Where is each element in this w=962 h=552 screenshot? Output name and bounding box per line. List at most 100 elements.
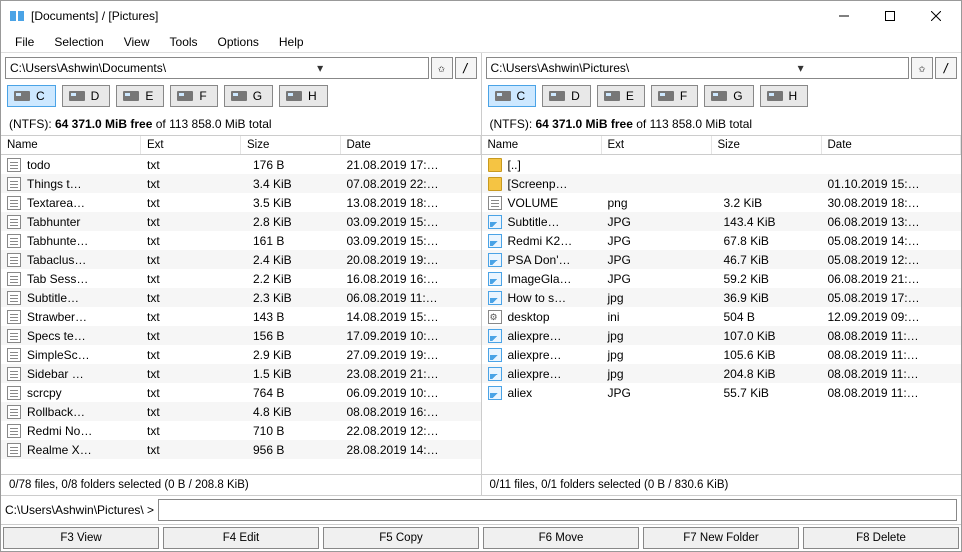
- drive-icon: [549, 91, 565, 101]
- fn-f4-edit[interactable]: F4 Edit: [163, 527, 319, 549]
- col-name[interactable]: Name: [482, 136, 602, 154]
- file-icon: [7, 348, 21, 362]
- right-path-combo[interactable]: C:\Users\Ashwin\Pictures\ ▾: [486, 57, 910, 79]
- left-drive-e[interactable]: E: [116, 85, 164, 107]
- right-column-header[interactable]: Name Ext Size Date: [482, 135, 962, 155]
- fn-f3-view[interactable]: F3 View: [3, 527, 159, 549]
- right-favorites-button[interactable]: ✩: [911, 57, 933, 79]
- fn-f5-copy[interactable]: F5 Copy: [323, 527, 479, 549]
- file-icon: [7, 215, 21, 229]
- file-row[interactable]: aliexpre…jpg107.0 KiB08.08.2019 11:…: [482, 326, 962, 345]
- file-ext: jpg: [602, 348, 712, 362]
- file-date: 01.10.2019 15:…: [822, 177, 962, 191]
- chevron-down-icon[interactable]: ▾: [697, 61, 904, 75]
- file-date: 23.08.2019 21:…: [341, 367, 481, 381]
- file-row[interactable]: Subtitle…txt2.3 KiB06.08.2019 11:…: [1, 288, 481, 307]
- file-row[interactable]: VOLUMEpng3.2 KiB30.08.2019 18:…: [482, 193, 962, 212]
- file-row[interactable]: desktopini504 B12.09.2019 09:…: [482, 307, 962, 326]
- file-row[interactable]: [Screenp…01.10.2019 15:…: [482, 174, 962, 193]
- app-icon: [9, 8, 25, 24]
- command-input[interactable]: [158, 499, 957, 521]
- drive-icon: [604, 91, 620, 101]
- file-row[interactable]: Redmi No…txt710 B22.08.2019 12:…: [1, 421, 481, 440]
- col-ext[interactable]: Ext: [602, 136, 712, 154]
- left-path-combo[interactable]: C:\Users\Ashwin\Documents\ ▾: [5, 57, 429, 79]
- right-freespace: (NTFS): 64 371.0 MiB free of 113 858.0 M…: [482, 113, 962, 135]
- file-row[interactable]: Tabhunte…txt161 B03.09.2019 15:…: [1, 231, 481, 250]
- menu-tools[interactable]: Tools: [162, 33, 206, 51]
- file-ext: txt: [141, 386, 241, 400]
- file-row[interactable]: Tab Sess…txt2.2 KiB16.08.2019 16:…: [1, 269, 481, 288]
- file-date: 06.08.2019 11:…: [341, 291, 481, 305]
- minimize-button[interactable]: [821, 1, 867, 31]
- right-drive-c[interactable]: C: [488, 85, 537, 107]
- right-root-button[interactable]: /: [935, 57, 957, 79]
- left-column-header[interactable]: Name Ext Size Date: [1, 135, 481, 155]
- file-row[interactable]: aliexJPG55.7 KiB08.08.2019 11:…: [482, 383, 962, 402]
- file-row[interactable]: Tabaclus…txt2.4 KiB20.08.2019 19:…: [1, 250, 481, 269]
- file-row[interactable]: Things t…txt3.4 KiB07.08.2019 22:…: [1, 174, 481, 193]
- chevron-down-icon[interactable]: ▾: [217, 61, 424, 75]
- left-drive-f[interactable]: F: [170, 85, 217, 107]
- left-drive-h[interactable]: H: [279, 85, 328, 107]
- file-ext: txt: [141, 158, 241, 172]
- right-drive-d[interactable]: D: [542, 85, 591, 107]
- file-row[interactable]: ImageGla…JPG59.2 KiB06.08.2019 21:…: [482, 269, 962, 288]
- left-pane: C:\Users\Ashwin\Documents\ ▾ ✩ / C D E F…: [1, 53, 482, 495]
- file-row[interactable]: Textarea…txt3.5 KiB13.08.2019 18:…: [1, 193, 481, 212]
- fn-f8-delete[interactable]: F8 Delete: [803, 527, 959, 549]
- file-row[interactable]: todotxt176 B21.08.2019 17:…: [1, 155, 481, 174]
- file-date: 06.08.2019 13:…: [822, 215, 962, 229]
- left-drive-d[interactable]: D: [62, 85, 111, 107]
- file-row[interactable]: Specs te…txt156 B17.09.2019 10:…: [1, 326, 481, 345]
- col-date[interactable]: Date: [341, 136, 481, 154]
- file-row[interactable]: Sidebar …txt1.5 KiB23.08.2019 21:…: [1, 364, 481, 383]
- file-ext: txt: [141, 177, 241, 191]
- file-row[interactable]: Subtitle…JPG143.4 KiB06.08.2019 13:…: [482, 212, 962, 231]
- maximize-button[interactable]: [867, 1, 913, 31]
- close-button[interactable]: [913, 1, 959, 31]
- file-date: 27.09.2019 19:…: [341, 348, 481, 362]
- right-drive-e[interactable]: E: [597, 85, 645, 107]
- file-icon: [7, 158, 21, 172]
- file-row[interactable]: Realme X…txt956 B28.08.2019 14:…: [1, 440, 481, 459]
- file-ext: jpg: [602, 291, 712, 305]
- left-favorites-button[interactable]: ✩: [431, 57, 453, 79]
- col-ext[interactable]: Ext: [141, 136, 241, 154]
- file-row[interactable]: scrcpytxt764 B06.09.2019 10:…: [1, 383, 481, 402]
- file-row[interactable]: [..]: [482, 155, 962, 174]
- col-name[interactable]: Name: [1, 136, 141, 154]
- col-date[interactable]: Date: [822, 136, 962, 154]
- file-row[interactable]: aliexpre…jpg105.6 KiB08.08.2019 11:…: [482, 345, 962, 364]
- file-icon: [488, 177, 502, 191]
- col-size[interactable]: Size: [712, 136, 822, 154]
- right-drive-h[interactable]: H: [760, 85, 809, 107]
- menu-view[interactable]: View: [116, 33, 158, 51]
- menu-selection[interactable]: Selection: [46, 33, 111, 51]
- left-drive-g[interactable]: G: [224, 85, 273, 107]
- menu-options[interactable]: Options: [210, 33, 267, 51]
- right-drive-g[interactable]: G: [704, 85, 753, 107]
- file-name: scrcpy: [27, 386, 62, 400]
- file-size: 2.4 KiB: [241, 253, 341, 267]
- file-row[interactable]: Strawber…txt143 B14.08.2019 15:…: [1, 307, 481, 326]
- menu-help[interactable]: Help: [271, 33, 312, 51]
- right-file-list[interactable]: [..][Screenp…01.10.2019 15:…VOLUMEpng3.2…: [482, 155, 962, 474]
- left-file-list[interactable]: todotxt176 B21.08.2019 17:…Things t…txt3…: [1, 155, 481, 474]
- file-ext: txt: [141, 329, 241, 343]
- file-row[interactable]: aliexpre…jpg204.8 KiB08.08.2019 11:…: [482, 364, 962, 383]
- fn-f7-newfolder[interactable]: F7 New Folder: [643, 527, 799, 549]
- file-row[interactable]: SimpleSc…txt2.9 KiB27.09.2019 19:…: [1, 345, 481, 364]
- col-size[interactable]: Size: [241, 136, 341, 154]
- file-row[interactable]: How to s…jpg36.9 KiB05.08.2019 17:…: [482, 288, 962, 307]
- left-drive-c[interactable]: C: [7, 85, 56, 107]
- left-root-button[interactable]: /: [455, 57, 477, 79]
- file-row[interactable]: PSA Don'…JPG46.7 KiB05.08.2019 12:…: [482, 250, 962, 269]
- file-row[interactable]: Rollback…txt4.8 KiB08.08.2019 16:…: [1, 402, 481, 421]
- file-ext: jpg: [602, 367, 712, 381]
- file-row[interactable]: Tabhuntertxt2.8 KiB03.09.2019 15:…: [1, 212, 481, 231]
- menu-file[interactable]: File: [7, 33, 42, 51]
- file-row[interactable]: Redmi K2…JPG67.8 KiB05.08.2019 14:…: [482, 231, 962, 250]
- fn-f6-move[interactable]: F6 Move: [483, 527, 639, 549]
- right-drive-f[interactable]: F: [651, 85, 698, 107]
